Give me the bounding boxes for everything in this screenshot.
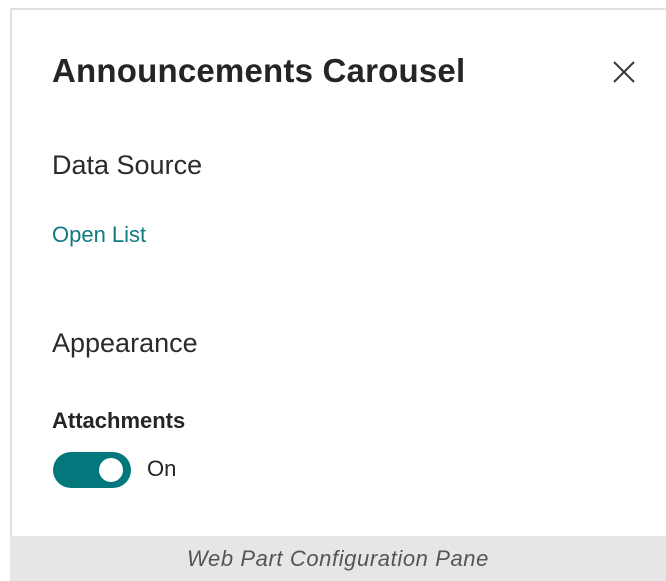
toggle-knob [99, 458, 123, 482]
caption-text: Web Part Configuration Pane [187, 546, 489, 571]
data-source-heading: Data Source [52, 150, 203, 180]
attachments-toggle[interactable] [53, 452, 131, 488]
screenshot-frame: Announcements Carousel Data Source Open … [0, 0, 666, 581]
attachments-toggle-state: On [147, 456, 177, 481]
attachments-label: Attachments [52, 408, 186, 433]
pane-title: Announcements Carousel [52, 52, 466, 89]
open-list-link[interactable]: Open List [52, 222, 146, 248]
close-icon [608, 56, 640, 88]
close-button[interactable] [608, 56, 640, 88]
caption-bar: Web Part Configuration Pane [10, 536, 666, 581]
appearance-heading: Appearance [52, 328, 198, 358]
property-pane: Announcements Carousel Data Source Open … [10, 8, 666, 536]
